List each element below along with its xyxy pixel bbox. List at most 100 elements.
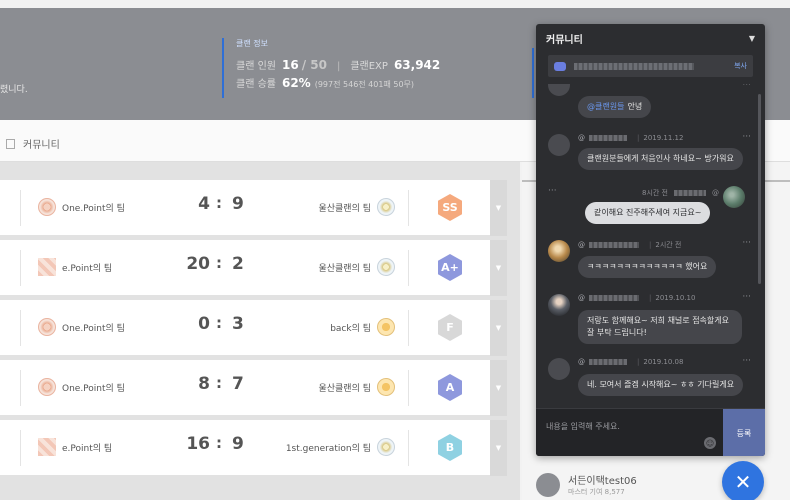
at-icon: @ (578, 294, 585, 302)
message-meta: @ | 2019.11.12 (578, 134, 683, 142)
score-b: 2 (232, 254, 244, 274)
close-icon: ✕ (734, 470, 752, 494)
clan-intro-text: 렸니다. (0, 85, 28, 95)
clan-emblem-icon (38, 198, 56, 216)
chevron-down-icon[interactable]: ▼ (490, 420, 507, 476)
clan-emblem-icon (38, 258, 56, 276)
tab-community[interactable]: 커뮤니티 (6, 136, 60, 151)
discord-url-redacted (574, 62, 695, 70)
team-a-name: One.Point의 팀 (62, 383, 125, 394)
match-row[interactable]: One.Point의 팀 0 : 3 back의 팀 F ▼ (0, 300, 507, 356)
team-b: back의 팀 (330, 318, 395, 336)
nickname-redacted (674, 190, 706, 196)
clan-emblem-icon (38, 318, 56, 336)
close-chat-button[interactable]: ✕ (722, 461, 764, 500)
avatar (536, 472, 560, 497)
chevron-down-icon[interactable]: ▼ (490, 300, 507, 356)
nickname-redacted (589, 359, 627, 365)
score-a: 8 (198, 374, 210, 394)
chevron-down-icon[interactable]: ▼ (490, 180, 507, 236)
message-text: 안녕 (627, 102, 643, 111)
submit-button[interactable]: 등록 (723, 409, 765, 456)
match-row[interactable]: e.Point의 팀 20 : 2 울산클랜의 팀 A+ ▼ (0, 240, 507, 296)
score-a: 0 (198, 314, 210, 334)
team-a-name: e.Point의 팀 (62, 443, 113, 454)
members-max: / 50 (301, 58, 327, 72)
row-divider (408, 310, 409, 346)
message-bubble: 저랑도 함께해요~ 저희 채널로 접속할게요 잘 부탁 드립니다! (578, 310, 742, 344)
chevron-down-icon[interactable]: ▼ (490, 240, 507, 296)
more-options-icon[interactable]: ··· (742, 238, 751, 248)
score-separator: : (216, 314, 222, 332)
clan-emblem-icon (377, 438, 395, 456)
copy-button[interactable]: 복사 (734, 61, 747, 71)
match-row[interactable]: e.Point의 팀 16 : 9 1st.generation의 팀 B ▼ (0, 420, 507, 476)
avatar (548, 134, 570, 156)
row-divider (408, 430, 409, 466)
message-date: 2019.11.12 (643, 134, 684, 142)
message-time: 8시간 전 (642, 189, 668, 197)
team-a: e.Point의 팀 (38, 258, 112, 276)
exp-label: 클랜EXP (350, 61, 388, 72)
meta-separator: | (649, 241, 652, 249)
message-bubble: @클랜원들 안녕 (578, 96, 652, 118)
more-options-icon[interactable]: ··· (742, 292, 751, 302)
more-options-icon[interactable]: ··· (742, 84, 751, 90)
clan-info-block: 클랜 정보 클랜 인원 16 / 50 | 클랜EXP 63,942 클랜 승률… (222, 38, 440, 98)
clan-emblem-icon (38, 378, 56, 396)
chat-title: 커뮤니티 (546, 34, 583, 46)
team-a: One.Point의 팀 (38, 318, 125, 336)
members-label: 클랜 인원 (236, 61, 276, 72)
score-b: 3 (232, 314, 244, 334)
chevron-down-icon[interactable]: ▼ (490, 360, 507, 416)
avatar (548, 240, 570, 262)
clan-emblem-icon (377, 258, 395, 276)
avatar (548, 358, 570, 380)
message-bubble: 같이해요 진주해주세여 지금요~ (585, 202, 711, 224)
more-options-icon[interactable]: ··· (548, 186, 557, 196)
clan-emblem-icon (377, 198, 395, 216)
grade-badge: F (438, 314, 462, 341)
more-options-icon[interactable]: ··· (742, 132, 751, 142)
clan-stats-row: 클랜 인원 16 / 50 | 클랜EXP 63,942 (236, 57, 440, 75)
more-options-icon[interactable]: ··· (742, 356, 751, 366)
avatar (548, 84, 570, 96)
clan-info-title: 클랜 정보 (236, 39, 268, 48)
match-row[interactable]: One.Point의 팀 8 : 7 울산클랜의 팀 A ▼ (0, 360, 507, 416)
team-b: 1st.generation의 팀 (286, 438, 395, 456)
document-icon (6, 138, 15, 149)
score-separator: : (216, 374, 222, 392)
caret-down-icon[interactable]: ▼ (749, 34, 755, 43)
match-row[interactable]: One.Point의 팀 4 : 9 울산클랜의 팀 SS ▼ (0, 180, 507, 236)
chat-scrollbar[interactable] (758, 94, 761, 284)
team-b-name: back의 팀 (330, 323, 371, 334)
chat-header[interactable]: 커뮤니티 ▼ (536, 24, 765, 52)
row-divider (408, 250, 409, 286)
grade-badge: B (438, 434, 462, 461)
message-bubble: 클랜원분들에게 처음인사 하네요~ 방가워요 (578, 148, 743, 170)
discord-icon (554, 61, 566, 71)
message-date: 2019.10.10 (655, 294, 696, 302)
meta-separator: | (649, 294, 652, 302)
stats-separator: | (336, 61, 341, 72)
clan-emblem-icon (377, 318, 395, 336)
member-preview[interactable]: 서든이택test06 마스터 기여 8,577 (536, 472, 637, 497)
score-separator: : (216, 434, 222, 452)
row-divider (20, 430, 21, 466)
team-b: 울산클랜의 팀 (318, 258, 395, 276)
emoji-icon[interactable]: ☺ (704, 437, 716, 449)
score-a: 20 (186, 254, 210, 274)
team-b: 울산클랜의 팀 (318, 378, 395, 396)
winrate-detail: (997전 546전 401패 50무) (314, 80, 415, 89)
winrate-value: 62% (281, 76, 311, 90)
score-a: 16 (186, 434, 210, 454)
grade-badge: SS (438, 194, 462, 221)
team-b-name: 울산클랜의 팀 (318, 383, 371, 394)
score-separator: : (216, 194, 222, 212)
team-a: e.Point의 팀 (38, 438, 112, 456)
at-icon: @ (712, 189, 719, 197)
clan-emblem-icon (38, 438, 56, 456)
chat-message-input[interactable] (546, 419, 706, 433)
meta-separator: | (637, 134, 640, 142)
message-bubble: ㅋㅋㅋㅋㅋㅋㅋㅋㅋㅋㅋㅋㅋ 했어요 (578, 256, 717, 278)
